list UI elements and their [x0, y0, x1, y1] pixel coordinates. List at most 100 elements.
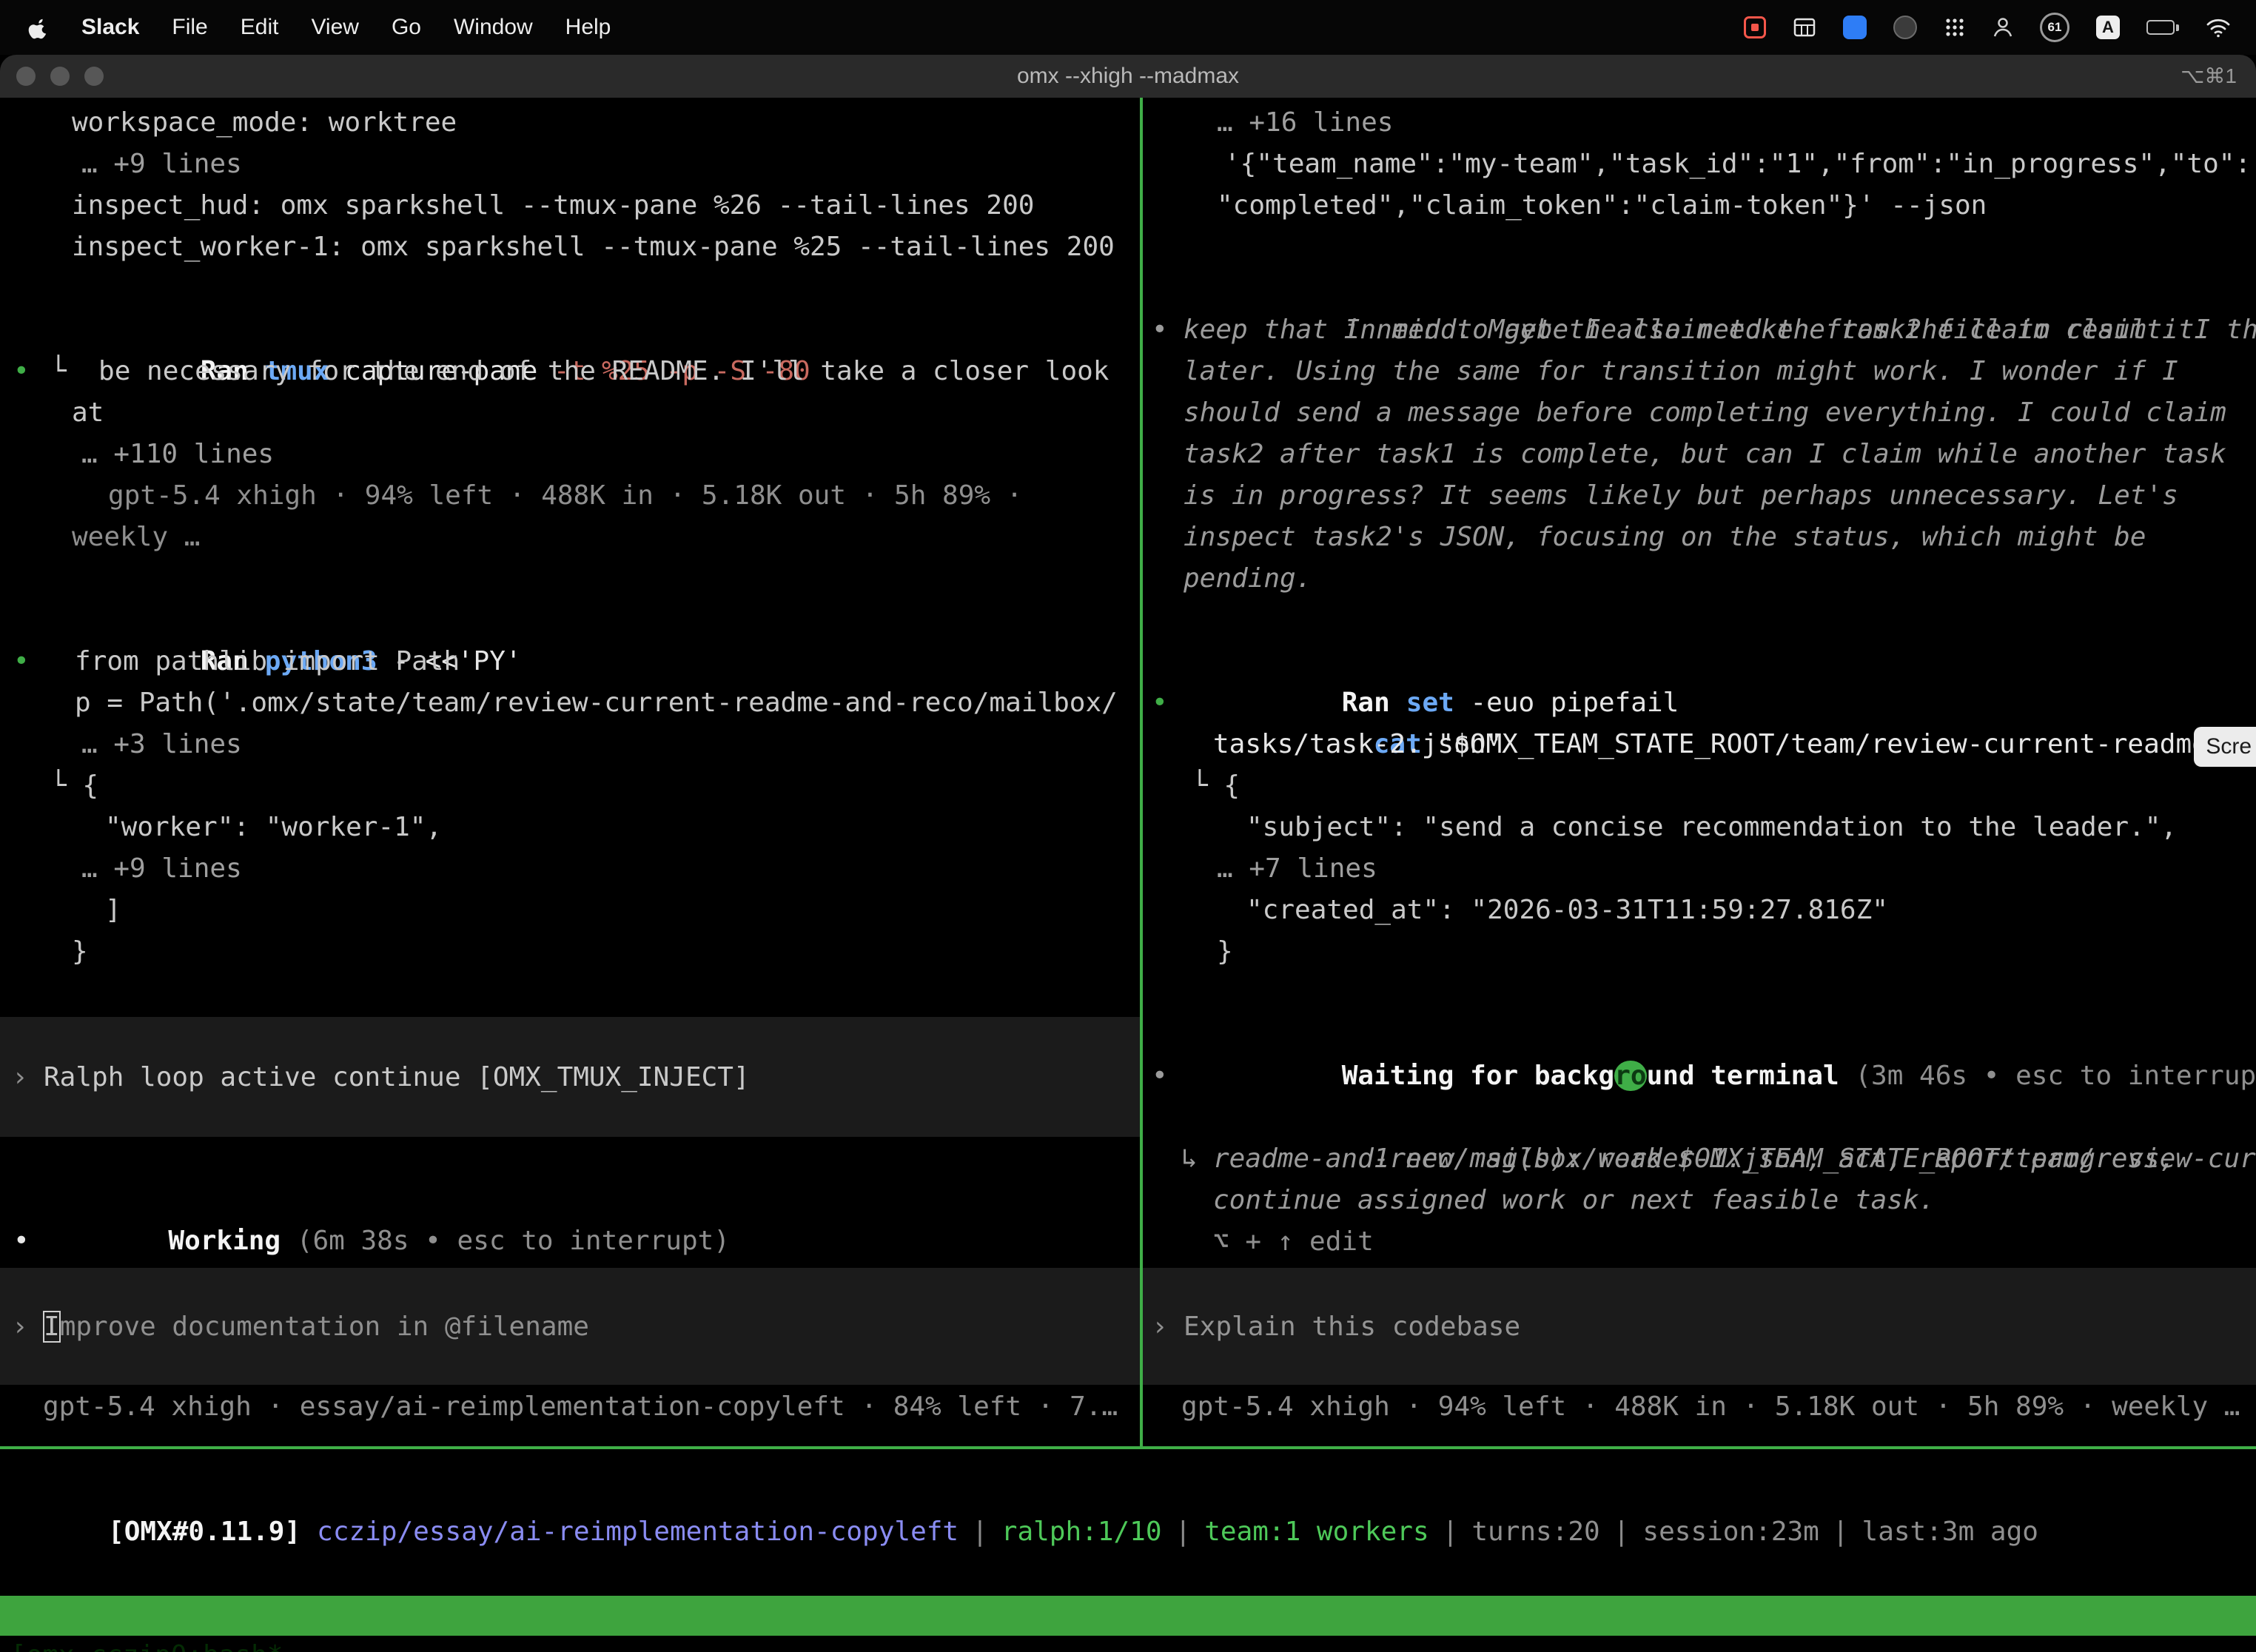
pane-left-worker: workspace_mode: worktree … +9 lines insp… — [0, 98, 1140, 1446]
wifi-icon[interactable] — [2206, 17, 2231, 38]
blank-line — [1143, 973, 2256, 1014]
window-grid-icon[interactable] — [1793, 16, 1816, 39]
thinking-line: keep that in mind. Maybe I also need the… — [1143, 309, 2256, 351]
result-line: └ { — [1143, 765, 2256, 807]
blue-app-icon[interactable] — [1843, 16, 1867, 39]
mailbox-message-line: readme-and-reco/mailbox/worker-1.json, a… — [1143, 1138, 2256, 1180]
battery-gauge-icon[interactable]: 61 — [2040, 13, 2069, 42]
code-line: from pathlib import Path — [0, 641, 1140, 682]
tmux-status-bar: [omx-cczip0:bash* "MacBook-Pro-44.local"… — [0, 1596, 2256, 1636]
left-scrollback: workspace_mode: worktree … +9 lines insp… — [0, 102, 1140, 973]
chevron-icon: › — [12, 1062, 28, 1092]
menu-bar-status-items: 61 A — [1744, 13, 2231, 42]
collapsed-lines-indicator[interactable]: … +9 lines — [0, 848, 1140, 890]
result-line: └ { — [0, 765, 1140, 807]
prompt-input-right[interactable]: › Explain this codebase — [1143, 1268, 2256, 1385]
code-line: p = Path('.omx/state/team/review-current… — [0, 682, 1140, 724]
prompt-input-left[interactable]: › Improve documentation in @filename — [0, 1268, 1140, 1385]
menu-edit[interactable]: Edit — [241, 15, 279, 40]
cat-command-line: tasks/task-2.json" — [1143, 724, 2256, 765]
terminal-line: inspect_hud: omx sparkshell --tmux-pane … — [0, 185, 1140, 226]
terminal-line: workspace_mode: worktree — [0, 102, 1140, 144]
profile-icon[interactable] — [1993, 16, 2013, 38]
edit-hint: ⌥ + ↑ edit — [1143, 1221, 2256, 1263]
thinking-line: is in progress? It seems likely but perh… — [1143, 475, 2256, 517]
model-stats-line: gpt-5.4 xhigh · 94% left · 488K in · 5.1… — [0, 475, 1140, 517]
bullet-icon: • — [13, 1220, 30, 1262]
separator: | — [1833, 1517, 1849, 1547]
blank-line — [1143, 1055, 2256, 1097]
collapsed-lines-indicator[interactable]: … +9 lines — [0, 144, 1140, 185]
macos-menu-bar: Slack File Edit View Go Window Help 61 A — [0, 0, 2256, 55]
separator: | — [1443, 1517, 1459, 1547]
window-controls — [16, 55, 104, 98]
omx-project-path: cczip/essay/ai-reimplementation-copyleft — [317, 1517, 959, 1547]
thinking-line: •I need to get the claim token from the … — [1143, 268, 2256, 309]
blank-line — [0, 268, 1140, 309]
menu-view[interactable]: View — [311, 15, 358, 40]
waiting-status-line: •Waiting for background terminal (3m 46s… — [1143, 1014, 2256, 1055]
dark-app-icon[interactable] — [1893, 16, 1917, 39]
cat-command-line: cat "$OMX_TEAM_STATE_ROOT/team/review-cu… — [1143, 682, 2256, 724]
dots-grid-icon[interactable] — [1944, 16, 1966, 38]
screen-recording-stop-icon[interactable] — [1744, 16, 1766, 38]
working-timer: (6m 38s • esc to interrupt) — [281, 1226, 730, 1256]
collapsed-lines-indicator[interactable]: … +110 lines — [0, 434, 1140, 475]
pane-footer-stats: gpt-5.4 xhigh · 94% left · 488K in · 5.1… — [1143, 1386, 2256, 1428]
terminal-content: workspace_mode: worktree … +9 lines insp… — [0, 98, 2256, 1652]
separator: | — [972, 1517, 988, 1547]
ralph-loop-banner-text: Ralph loop active continue [OMX_TMUX_INJ… — [0, 1062, 750, 1092]
result-line: └ be necessary for the end of the README… — [0, 351, 1140, 392]
battery-icon[interactable] — [2146, 20, 2179, 35]
result-line: } — [1143, 931, 2256, 973]
zoom-button[interactable] — [84, 67, 104, 86]
menu-go[interactable]: Go — [392, 15, 421, 40]
result-line: at — [0, 392, 1140, 434]
window-titlebar[interactable]: omx --xhigh --madmax ⌥⌘1 — [0, 55, 2256, 98]
window-shortcut-hint: ⌥⌘1 — [2181, 55, 2237, 98]
collapsed-lines-indicator[interactable]: … +16 lines — [1143, 102, 2256, 144]
separator: | — [1175, 1517, 1192, 1547]
terminal-window: omx --xhigh --madmax ⌥⌘1 workspace_mode:… — [0, 55, 2256, 1652]
result-line: ] — [0, 890, 1140, 931]
thinking-line: later. Using the same for transition mig… — [1143, 351, 2256, 392]
prompt-placeholder-text: mprove documentation in @filename — [60, 1312, 589, 1342]
pane-footer-stats: gpt-5.4 xhigh · essay/ai-reimplementatio… — [0, 1386, 1140, 1428]
chevron-icon: › — [1152, 1312, 1168, 1342]
thinking-line: inspect task2's JSON, focusing on the st… — [1143, 517, 2256, 558]
input-source-icon[interactable]: A — [2096, 16, 2120, 39]
session-duration: session:23m — [1642, 1517, 1819, 1547]
working-status-line: •Working (6m 38s • esc to interrupt) — [0, 1179, 1140, 1220]
active-app-name[interactable]: Slack — [81, 15, 139, 40]
window-title: omx --xhigh --madmax — [0, 55, 2256, 98]
ran-set-command-line: •Ranset -euo pipefail — [1143, 641, 2256, 682]
ran-tmux-command-line: •Rantmux capture-pane -t %25 -p -S -80 — [0, 309, 1140, 351]
screenshot-overlay[interactable]: Scre — [2194, 727, 2256, 767]
tmux-session-name[interactable]: [omx-cczip0:bash* — [10, 1636, 283, 1652]
result-line: "subject": "send a concise recommendatio… — [1143, 807, 2256, 848]
result-line: "created_at": "2026-03-31T11:59:27.816Z" — [1143, 890, 2256, 931]
thinking-line: should send a message before completing … — [1143, 392, 2256, 434]
thinking-line: pending. — [1143, 558, 2256, 600]
terminal-line: inspect_worker-1: omx sparkshell --tmux-… — [0, 226, 1140, 268]
separator: | — [1614, 1517, 1630, 1547]
menu-window[interactable]: Window — [454, 15, 533, 40]
last-activity: last:3m ago — [1862, 1517, 2038, 1547]
blank-line — [0, 558, 1140, 600]
pane-right-main: … +16 lines '{"team_name":"my-team","tas… — [1143, 98, 2256, 1446]
command-arg-line: "completed","claim_token":"claim-token"}… — [1143, 185, 2256, 226]
menu-help[interactable]: Help — [565, 15, 611, 40]
text-cursor: I — [44, 1312, 60, 1342]
close-button[interactable] — [16, 67, 36, 86]
command-arg-line: '{"team_name":"my-team","task_id":"1","f… — [1143, 144, 2256, 185]
collapsed-lines-indicator[interactable]: … +7 lines — [1143, 848, 2256, 890]
prompt-placeholder: Improve documentation in @filename — [0, 1312, 589, 1342]
apple-icon[interactable] — [25, 16, 49, 39]
turns-counter: turns:20 — [1471, 1517, 1599, 1547]
mailbox-message-line: ↳1 new msg(s): read $OMX_TEAM_STATE_ROOT… — [1143, 1097, 2256, 1138]
blank-line — [1143, 226, 2256, 268]
result-line: "worker": "worker-1", — [0, 807, 1140, 848]
collapsed-lines-indicator[interactable]: … +3 lines — [0, 724, 1140, 765]
menu-file[interactable]: File — [172, 15, 207, 40]
minimize-button[interactable] — [50, 67, 70, 86]
